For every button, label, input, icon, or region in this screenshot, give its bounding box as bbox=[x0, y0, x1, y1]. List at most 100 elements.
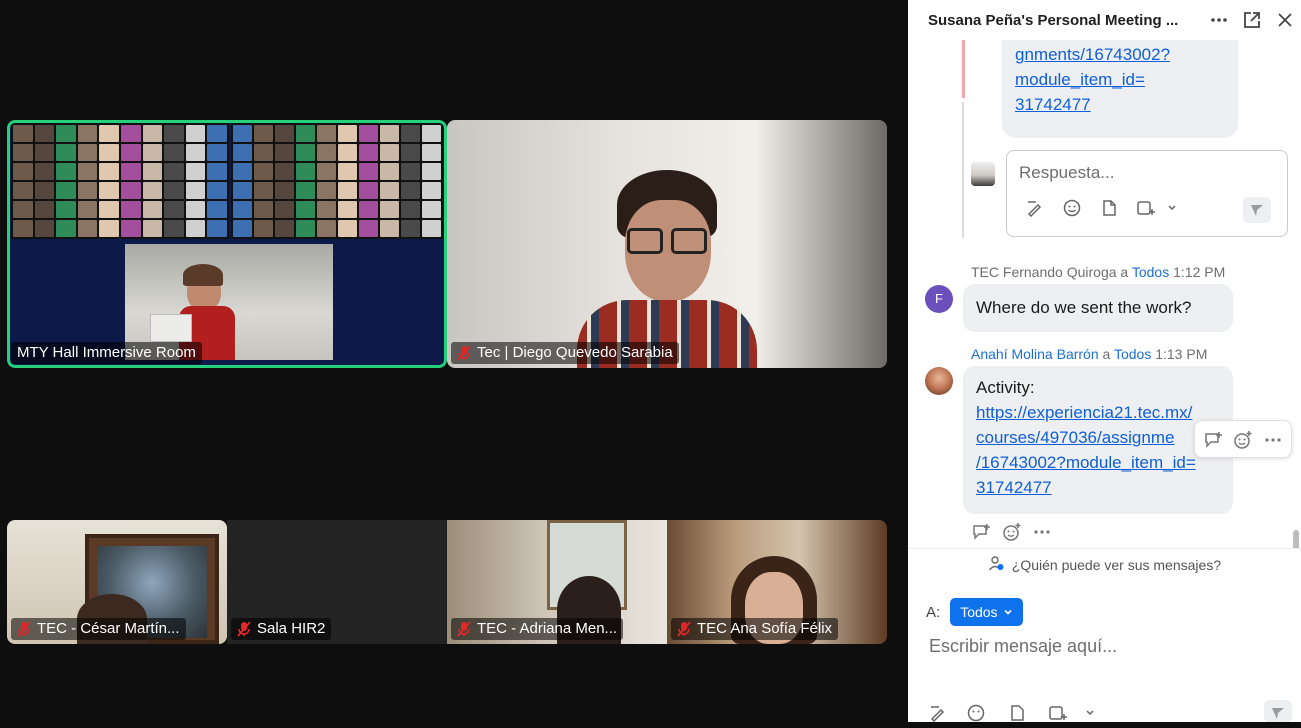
gallery-cell bbox=[401, 182, 420, 199]
video-tile-hall[interactable]: MTY Hall Immersive Room bbox=[7, 120, 447, 368]
video-stage: MTY Hall Immersive Room Tec | Diego Quev… bbox=[0, 0, 908, 722]
gallery-cell bbox=[275, 163, 294, 180]
gallery-cell bbox=[275, 182, 294, 199]
avatar bbox=[925, 367, 953, 395]
screenshot-icon[interactable] bbox=[1136, 199, 1156, 219]
gallery-cell bbox=[121, 182, 141, 199]
gallery-cell bbox=[142, 125, 163, 142]
message-bubble[interactable]: Where do we sent the work? bbox=[963, 284, 1233, 332]
message-hover-actions bbox=[1194, 420, 1292, 458]
thread-link-line-0[interactable]: gnments/16743002? bbox=[1015, 42, 1225, 67]
emoji-icon[interactable] bbox=[1062, 199, 1082, 219]
gallery-cell bbox=[121, 220, 141, 237]
video-tile-diego[interactable]: Tec | Diego Quevedo Sarabia bbox=[447, 120, 887, 368]
chat-scrollbar[interactable] bbox=[1293, 530, 1299, 548]
chevron-down-icon bbox=[1003, 609, 1012, 615]
gallery-cell bbox=[422, 163, 441, 180]
more-icon[interactable] bbox=[1032, 522, 1052, 542]
chevron-down-icon[interactable] bbox=[1080, 704, 1100, 724]
gallery-cell bbox=[380, 220, 399, 237]
message-meta: Anahí Molina Barrón a Todos 1:13 PM bbox=[971, 346, 1207, 362]
thread-link-line-1[interactable]: module_item_id= bbox=[1015, 67, 1225, 92]
who-can-see-messages[interactable]: ¿Quién puede ver sus mensajes? bbox=[908, 548, 1301, 580]
message-link-line-0[interactable]: https://experiencia21.tec.mx/ bbox=[976, 400, 1220, 425]
gallery-cell bbox=[121, 125, 141, 142]
gallery-cell bbox=[164, 125, 184, 142]
reply-box[interactable]: Respuesta... bbox=[1006, 150, 1288, 237]
video-tile-adriana[interactable]: TEC - Adriana Men... bbox=[447, 520, 667, 644]
gallery-cell bbox=[34, 144, 55, 161]
chat-messages[interactable]: gnments/16743002? module_item_id= 317424… bbox=[908, 40, 1301, 548]
message-recipient[interactable]: Todos bbox=[1132, 264, 1169, 280]
gallery-cell bbox=[317, 220, 336, 237]
gallery-cell bbox=[13, 144, 33, 161]
video-tile-sala[interactable]: Sala HIR2 bbox=[227, 520, 447, 644]
gallery-cell bbox=[422, 201, 441, 218]
gallery-cell bbox=[401, 201, 420, 218]
participant-name-label: Tec | Diego Quevedo Sarabia bbox=[451, 342, 679, 364]
message-sender[interactable]: Anahí Molina Barrón bbox=[971, 346, 1099, 362]
gallery-cell bbox=[233, 182, 252, 199]
message-text: Activity: bbox=[976, 378, 1035, 397]
gallery-cell bbox=[338, 201, 357, 218]
format-icon[interactable] bbox=[1025, 199, 1045, 219]
reply-icon[interactable] bbox=[971, 522, 991, 542]
gallery-cell bbox=[233, 125, 252, 142]
gallery-cell bbox=[99, 201, 119, 218]
add-reaction-icon[interactable] bbox=[1233, 430, 1253, 450]
thread-message-bubble[interactable]: gnments/16743002? module_item_id= 317424… bbox=[1002, 40, 1238, 138]
gallery-cell bbox=[34, 201, 55, 218]
people-icon bbox=[988, 550, 1004, 582]
participant-name-label: Sala HIR2 bbox=[231, 618, 332, 640]
message-time: 1:13 PM bbox=[1155, 346, 1208, 362]
gallery-cell bbox=[422, 125, 441, 142]
more-icon[interactable] bbox=[1209, 10, 1229, 30]
add-reaction-icon[interactable] bbox=[1002, 522, 1022, 542]
send-icon[interactable] bbox=[1264, 700, 1292, 722]
gallery-cell bbox=[254, 125, 273, 142]
message-link-line-2[interactable]: /16743002?module_item_id= bbox=[976, 450, 1220, 475]
gallery-cell bbox=[207, 144, 227, 161]
gallery-cell bbox=[185, 163, 206, 180]
recipient-dropdown[interactable]: Todos bbox=[950, 598, 1023, 626]
message-recipient[interactable]: Todos bbox=[1114, 346, 1151, 362]
gallery-thumb-left bbox=[11, 123, 229, 239]
avatar-letter: F bbox=[935, 291, 943, 306]
gallery-cell bbox=[338, 144, 357, 161]
gallery-cell bbox=[359, 220, 378, 237]
file-icon[interactable] bbox=[1007, 704, 1027, 724]
message-bubble[interactable]: Activity: https://experiencia21.tec.mx/ … bbox=[963, 366, 1233, 514]
gallery-cell bbox=[99, 182, 119, 199]
file-icon[interactable] bbox=[1099, 199, 1119, 219]
gallery-cell bbox=[317, 201, 336, 218]
thread-link-line-2[interactable]: 31742477 bbox=[1015, 92, 1225, 117]
pop-out-icon[interactable] bbox=[1242, 10, 1262, 30]
message-link-line-1[interactable]: courses/497036/assignme bbox=[976, 425, 1220, 450]
more-icon[interactable] bbox=[1263, 430, 1283, 450]
gallery-cell bbox=[13, 125, 33, 142]
gallery-cell bbox=[34, 163, 55, 180]
chevron-down-icon[interactable] bbox=[1162, 199, 1182, 219]
participant-name-label: TEC - Adriana Men... bbox=[451, 618, 624, 640]
gallery-cell bbox=[317, 125, 336, 142]
emoji-icon[interactable] bbox=[966, 704, 986, 724]
message-link-line-3[interactable]: 31742477 bbox=[976, 475, 1220, 500]
send-icon[interactable] bbox=[1243, 197, 1271, 223]
close-icon[interactable] bbox=[1275, 10, 1295, 30]
video-tile-cesar[interactable]: TEC - César Martín... bbox=[7, 520, 227, 644]
gallery-cell bbox=[185, 125, 206, 142]
gallery-cell bbox=[233, 201, 252, 218]
video-tile-ana[interactable]: TEC Ana Sofía Félix bbox=[667, 520, 887, 644]
gallery-cell bbox=[359, 163, 378, 180]
format-icon[interactable] bbox=[928, 704, 948, 724]
gallery-cell bbox=[207, 125, 227, 142]
message-compose-input[interactable]: Escribir mensaje aquí... bbox=[929, 636, 1117, 657]
gallery-cell bbox=[142, 144, 163, 161]
reply-input[interactable]: Respuesta... bbox=[1019, 163, 1114, 183]
participant-name: TEC Ana Sofía Félix bbox=[697, 620, 833, 637]
gallery-cell bbox=[296, 201, 315, 218]
reply-icon[interactable] bbox=[1203, 430, 1223, 450]
gallery-cell bbox=[296, 182, 315, 199]
gallery-cell bbox=[317, 182, 336, 199]
screenshot-icon[interactable] bbox=[1048, 704, 1068, 724]
